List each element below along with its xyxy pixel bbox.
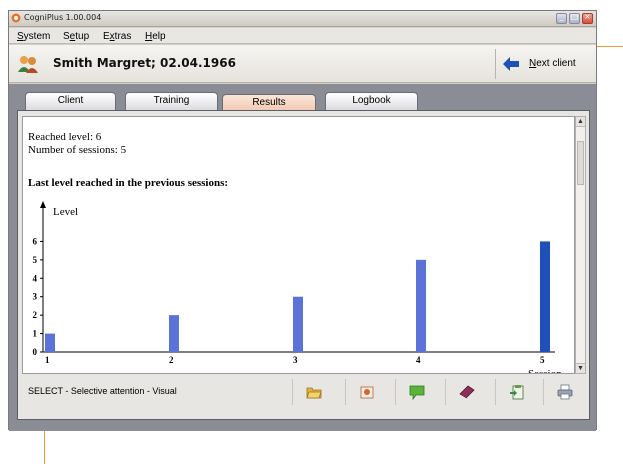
tab-logbook[interactable]: Logbook (325, 92, 418, 110)
stamp-button[interactable] (345, 379, 387, 405)
results-panel: Reached level: 6 Number of sessions: 5 L… (17, 110, 590, 420)
tab-area: Client Training Results Logbook Reached … (9, 84, 596, 431)
open-folder-icon (306, 387, 322, 399)
x-tick-label: 4 (416, 355, 421, 365)
callout-line-right (597, 46, 623, 47)
minimize-button[interactable]: _ (556, 12, 567, 24)
divider (495, 49, 496, 79)
scroll-thumb[interactable] (577, 141, 584, 185)
y-tick-label: 5 (33, 255, 38, 265)
arrow-left-icon (503, 57, 519, 71)
tab-client[interactable]: Client (25, 92, 116, 110)
menu-system-mnemonic: S (17, 31, 24, 42)
bar-session-3 (293, 296, 303, 352)
x-tick-label: 3 (293, 355, 298, 365)
next-client-button[interactable]: Next client (499, 49, 595, 79)
y-tick-label: 2 (33, 310, 38, 320)
app-logo-icon (11, 13, 21, 23)
tab-training[interactable]: Training (125, 92, 218, 110)
chart-heading: Last level reached in the previous sessi… (28, 177, 229, 189)
client-bar: Smith Margret; 02.04.1966 Next client (9, 45, 596, 83)
scroll-down-arrow-icon[interactable]: ▼ (576, 363, 585, 373)
callout-line-bottom (44, 430, 45, 464)
comment-button[interactable] (395, 379, 437, 405)
maximize-icon: □ (570, 12, 579, 21)
minimize-icon: _ (559, 12, 564, 21)
menu-extras-first: E (103, 31, 110, 42)
y-axis-label: Level (53, 206, 78, 218)
window-title: CogniPlus 1.00.004 (24, 13, 102, 22)
stamp-icon (360, 386, 374, 399)
tab-client-label: Client (57, 95, 84, 106)
menu-extras-rest: tras (114, 31, 132, 42)
vertical-scrollbar[interactable]: ▲ ▼ (575, 116, 586, 374)
print-button[interactable] (543, 379, 585, 405)
printer-icon (557, 384, 573, 400)
tab-results-label: Results (252, 97, 286, 108)
open-button[interactable] (292, 379, 334, 405)
menu-help[interactable]: Help (145, 31, 166, 42)
scroll-up-arrow-icon[interactable]: ▲ (576, 117, 585, 127)
x-tick-label: 2 (169, 355, 174, 365)
status-bar: SELECT - Selective attention - Visual (22, 377, 587, 407)
title-bar: CogniPlus 1.00.004 _ □ × (9, 11, 596, 27)
book-icon (459, 385, 475, 399)
menu-help-rest: elp (152, 31, 166, 42)
x-axis-label: Session (528, 368, 562, 373)
x-tick-label: 5 (540, 355, 545, 365)
status-text: SELECT - Selective attention - Visual (28, 386, 177, 396)
y-tick-label: 6 (33, 236, 38, 246)
clipboard-button[interactable] (495, 379, 537, 405)
menu-setup-rest: tup (75, 31, 90, 42)
bar-session-2 (169, 315, 179, 352)
bar-session-5 (540, 241, 550, 352)
reached-level: Reached level: 6 (28, 131, 102, 143)
clients-icon (18, 56, 38, 73)
clipboard-icon (510, 385, 524, 400)
app-window: CogniPlus 1.00.004 _ □ × System Setup Ex… (8, 10, 597, 431)
screenshot-stage: CogniPlus 1.00.004 _ □ × System Setup Ex… (0, 0, 623, 464)
bar-session-1 (45, 333, 55, 352)
maximize-button[interactable]: □ (569, 12, 580, 24)
client-name: Smith Margret; 02.04.1966 (53, 56, 236, 70)
menu-setup-first: S (63, 31, 70, 42)
y-tick-label: 4 (33, 273, 38, 283)
number-of-sessions: Number of sessions: 5 (28, 144, 127, 156)
x-tick-label: 1 (45, 355, 50, 365)
menu-setup[interactable]: Setup (63, 31, 89, 42)
bar-session-4 (416, 259, 426, 352)
menu-extras[interactable]: Extras (103, 31, 131, 42)
tab-results[interactable]: Results (222, 94, 316, 111)
level-chart: LevelSession012345612345 (33, 201, 562, 373)
next-client-rest: ext client (536, 58, 576, 69)
next-client-label: Next client (529, 58, 576, 69)
close-icon: × (584, 12, 591, 21)
book-button[interactable] (445, 379, 487, 405)
menu-system[interactable]: System (17, 31, 50, 42)
results-content: Reached level: 6 Number of sessions: 5 L… (22, 116, 575, 374)
y-tick-label: 1 (33, 329, 38, 339)
comment-icon (409, 385, 425, 400)
y-axis-arrow (40, 201, 46, 208)
y-tick-label: 3 (33, 292, 38, 302)
close-button[interactable]: × (582, 12, 593, 24)
tab-logbook-label: Logbook (352, 95, 391, 106)
menu-bar: System Setup Extras Help (9, 28, 596, 44)
menu-system-rest: ystem (23, 31, 51, 42)
y-tick-label: 0 (33, 347, 38, 357)
tab-training-label: Training (153, 95, 190, 106)
